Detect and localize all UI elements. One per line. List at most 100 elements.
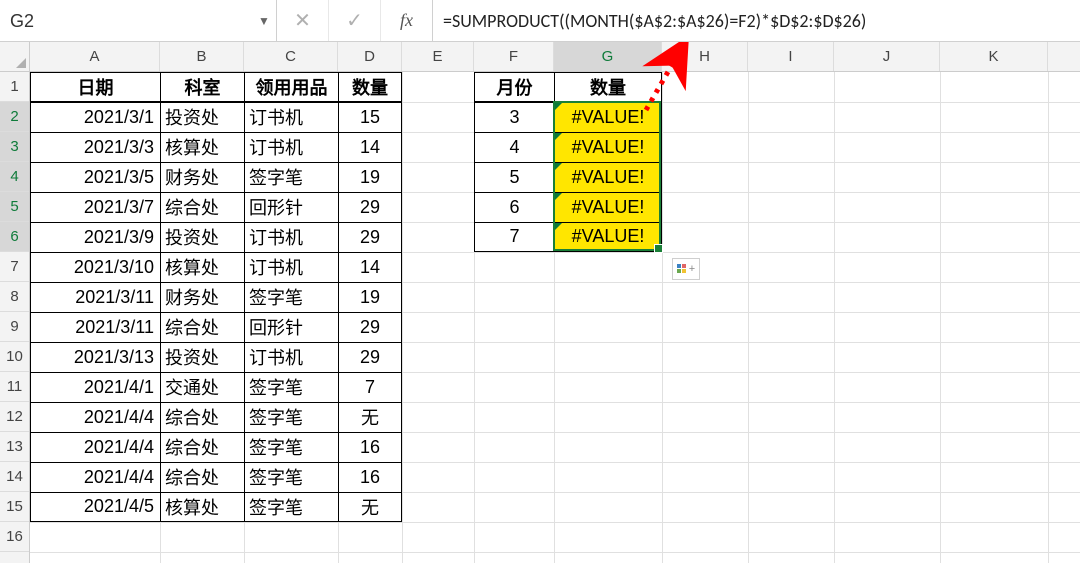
row-header-14[interactable]: 14 — [0, 462, 29, 492]
cell-B3[interactable]: 核算处 — [160, 132, 244, 162]
cell-F6[interactable]: 7 — [474, 222, 554, 252]
cell-A3[interactable]: 2021/3/3 — [30, 132, 160, 162]
row-header-10[interactable]: 10 — [0, 342, 29, 372]
cell-B2[interactable]: 投资处 — [160, 102, 244, 132]
confirm-formula-button[interactable]: ✓ — [329, 0, 381, 41]
row-header-11[interactable]: 11 — [0, 372, 29, 402]
cell-F1[interactable]: 月份 — [474, 72, 554, 102]
cell-B6[interactable]: 投资处 — [160, 222, 244, 252]
row-header-15[interactable]: 15 — [0, 492, 29, 522]
autofill-options-button[interactable]: + — [672, 258, 700, 280]
row-header-13[interactable]: 13 — [0, 432, 29, 462]
cell-C7[interactable]: 订书机 — [244, 252, 338, 282]
name-box-dropdown[interactable]: ▼ — [252, 0, 276, 41]
row-header-12[interactable]: 12 — [0, 402, 29, 432]
cell-A11[interactable]: 2021/4/1 — [30, 372, 160, 402]
cell-D10[interactable]: 29 — [338, 342, 402, 372]
cell-C14[interactable]: 签字笔 — [244, 462, 338, 492]
cell-C1[interactable]: 领用用品 — [244, 72, 338, 102]
cell-A4[interactable]: 2021/3/5 — [30, 162, 160, 192]
cell-B4[interactable]: 财务处 — [160, 162, 244, 192]
cell-D5[interactable]: 29 — [338, 192, 402, 222]
col-header-J[interactable]: J — [834, 42, 940, 71]
name-box[interactable] — [0, 0, 252, 41]
row-headers[interactable]: 12345678910111213141516 — [0, 72, 30, 563]
cell-D12[interactable]: 无 — [338, 402, 402, 432]
cell-B8[interactable]: 财务处 — [160, 282, 244, 312]
cell-C15[interactable]: 签字笔 — [244, 492, 338, 522]
cell-C9[interactable]: 回形针 — [244, 312, 338, 342]
cell-D13[interactable]: 16 — [338, 432, 402, 462]
cell-B11[interactable]: 交通处 — [160, 372, 244, 402]
cell-A5[interactable]: 2021/3/7 — [30, 192, 160, 222]
cell-D7[interactable]: 14 — [338, 252, 402, 282]
cell-D9[interactable]: 29 — [338, 312, 402, 342]
cell-F5[interactable]: 6 — [474, 192, 554, 222]
cell-D14[interactable]: 16 — [338, 462, 402, 492]
cell-C4[interactable]: 签字笔 — [244, 162, 338, 192]
cell-G6[interactable]: #VALUE! — [554, 222, 662, 252]
cells-layer[interactable]: 日期科室领用用品数量2021/3/1投资处订书机152021/3/3核算处订书机… — [30, 72, 1080, 563]
cell-B7[interactable]: 核算处 — [160, 252, 244, 282]
col-header-D[interactable]: D — [338, 42, 402, 71]
col-header-I[interactable]: I — [748, 42, 834, 71]
cell-B1[interactable]: 科室 — [160, 72, 244, 102]
cell-C13[interactable]: 签字笔 — [244, 432, 338, 462]
cell-A9[interactable]: 2021/3/11 — [30, 312, 160, 342]
cell-B9[interactable]: 综合处 — [160, 312, 244, 342]
cell-C6[interactable]: 订书机 — [244, 222, 338, 252]
row-header-1[interactable]: 1 — [0, 72, 29, 102]
cell-F3[interactable]: 4 — [474, 132, 554, 162]
cell-A15[interactable]: 2021/4/5 — [30, 492, 160, 522]
col-header-H[interactable]: H — [662, 42, 748, 71]
row-header-7[interactable]: 7 — [0, 252, 29, 282]
spreadsheet-grid[interactable]: ABCDEFGHIJK 12345678910111213141516 日期科室… — [0, 42, 1080, 563]
col-header-C[interactable]: C — [244, 42, 338, 71]
cell-C3[interactable]: 订书机 — [244, 132, 338, 162]
cell-A8[interactable]: 2021/3/11 — [30, 282, 160, 312]
cell-A1[interactable]: 日期 — [30, 72, 160, 102]
cell-B13[interactable]: 综合处 — [160, 432, 244, 462]
cell-D6[interactable]: 29 — [338, 222, 402, 252]
cell-D8[interactable]: 19 — [338, 282, 402, 312]
row-header-9[interactable]: 9 — [0, 312, 29, 342]
cancel-formula-button[interactable]: ✕ — [277, 0, 329, 41]
row-header-5[interactable]: 5 — [0, 192, 29, 222]
cell-G5[interactable]: #VALUE! — [554, 192, 662, 222]
cell-B12[interactable]: 综合处 — [160, 402, 244, 432]
cell-A2[interactable]: 2021/3/1 — [30, 102, 160, 132]
col-header-K[interactable]: K — [940, 42, 1048, 71]
cell-D3[interactable]: 14 — [338, 132, 402, 162]
cell-D4[interactable]: 19 — [338, 162, 402, 192]
cell-G4[interactable]: #VALUE! — [554, 162, 662, 192]
cell-A7[interactable]: 2021/3/10 — [30, 252, 160, 282]
select-all-corner[interactable] — [0, 42, 30, 72]
cell-A12[interactable]: 2021/4/4 — [30, 402, 160, 432]
cell-B5[interactable]: 综合处 — [160, 192, 244, 222]
insert-function-button[interactable]: fx — [381, 0, 433, 41]
cell-G1[interactable]: 数量 — [554, 72, 662, 102]
cell-C8[interactable]: 签字笔 — [244, 282, 338, 312]
col-header-F[interactable]: F — [474, 42, 554, 71]
col-header-E[interactable]: E — [402, 42, 474, 71]
cell-G3[interactable]: #VALUE! — [554, 132, 662, 162]
cell-D2[interactable]: 15 — [338, 102, 402, 132]
cell-C10[interactable]: 订书机 — [244, 342, 338, 372]
column-headers[interactable]: ABCDEFGHIJK — [30, 42, 1080, 72]
cell-D15[interactable]: 无 — [338, 492, 402, 522]
cell-D1[interactable]: 数量 — [338, 72, 402, 102]
row-header-3[interactable]: 3 — [0, 132, 29, 162]
row-header-8[interactable]: 8 — [0, 282, 29, 312]
cell-A14[interactable]: 2021/4/4 — [30, 462, 160, 492]
formula-input[interactable] — [433, 0, 1080, 41]
cell-F2[interactable]: 3 — [474, 102, 554, 132]
row-header-2[interactable]: 2 — [0, 102, 29, 132]
cell-G2[interactable]: #VALUE! — [554, 102, 662, 132]
cell-A6[interactable]: 2021/3/9 — [30, 222, 160, 252]
row-header-16[interactable]: 16 — [0, 522, 29, 552]
cell-A13[interactable]: 2021/4/4 — [30, 432, 160, 462]
col-header-G[interactable]: G — [554, 42, 662, 71]
row-header-6[interactable]: 6 — [0, 222, 29, 252]
cell-F4[interactable]: 5 — [474, 162, 554, 192]
col-header-B[interactable]: B — [160, 42, 244, 71]
